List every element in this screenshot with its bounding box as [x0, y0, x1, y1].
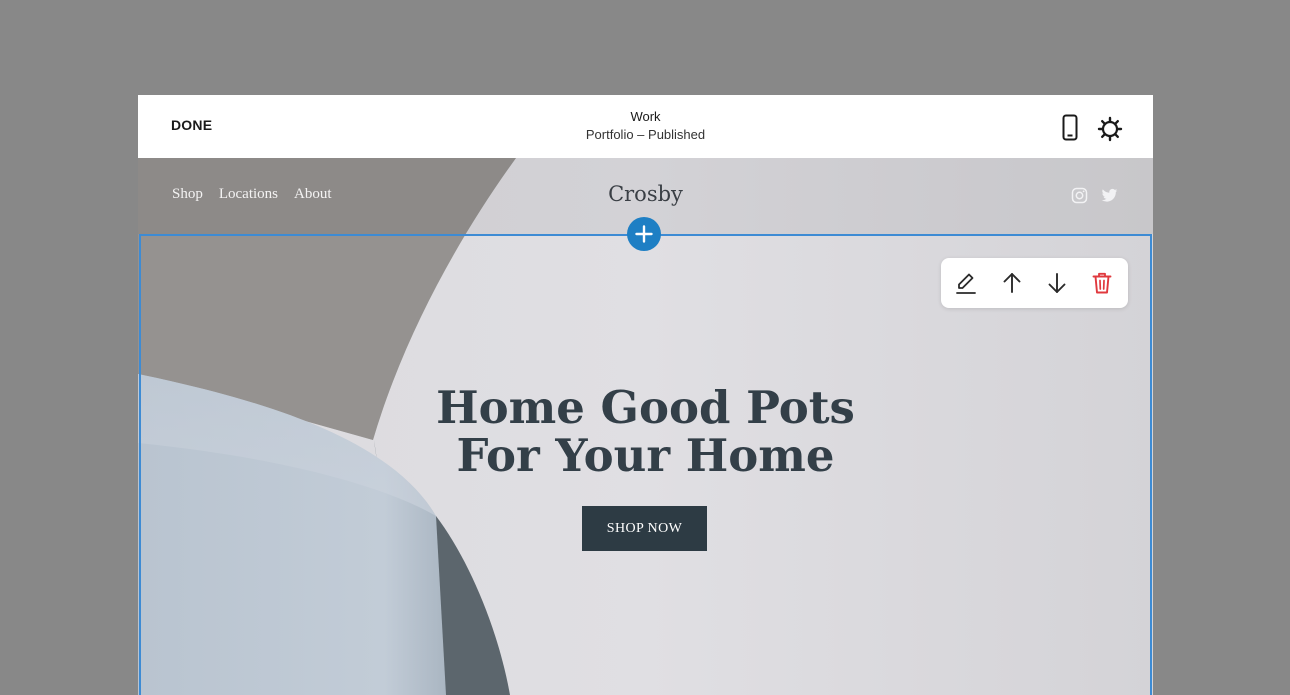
twitter-icon[interactable] [1101, 187, 1118, 204]
move-up-icon[interactable] [999, 270, 1025, 296]
hero-headline: Home Good Pots For Your Home [138, 384, 1153, 480]
plus-icon [635, 225, 653, 243]
editor-frame: DONE Work Portfolio – Published Shop Loc… [138, 95, 1153, 695]
shop-now-button[interactable]: SHOP NOW [582, 506, 707, 551]
hero-headline-line-1: Home Good Pots [436, 381, 855, 434]
page-info: Work Portfolio – Published [138, 108, 1153, 144]
edit-icon[interactable] [953, 270, 979, 296]
site-preview: Shop Locations About Crosby Home Good Po… [138, 158, 1153, 695]
instagram-icon[interactable] [1071, 187, 1088, 204]
delete-icon[interactable] [1089, 270, 1115, 296]
gear-icon[interactable] [1096, 115, 1124, 143]
nav-item-shop[interactable]: Shop [172, 186, 203, 203]
add-section-button[interactable] [627, 217, 661, 251]
page-status: Portfolio – Published [585, 127, 706, 142]
section-toolbar [941, 258, 1128, 308]
site-nav: Shop Locations About [172, 186, 332, 203]
page-title: Work [630, 109, 661, 124]
editor-top-bar: DONE Work Portfolio – Published [138, 95, 1153, 158]
mobile-phone-icon[interactable] [1059, 114, 1081, 142]
move-down-icon[interactable] [1044, 270, 1070, 296]
social-links [1071, 187, 1118, 204]
hero-headline-line-2: For Your Home [456, 429, 835, 482]
nav-item-locations[interactable]: Locations [219, 186, 278, 203]
nav-item-about[interactable]: About [294, 186, 332, 203]
